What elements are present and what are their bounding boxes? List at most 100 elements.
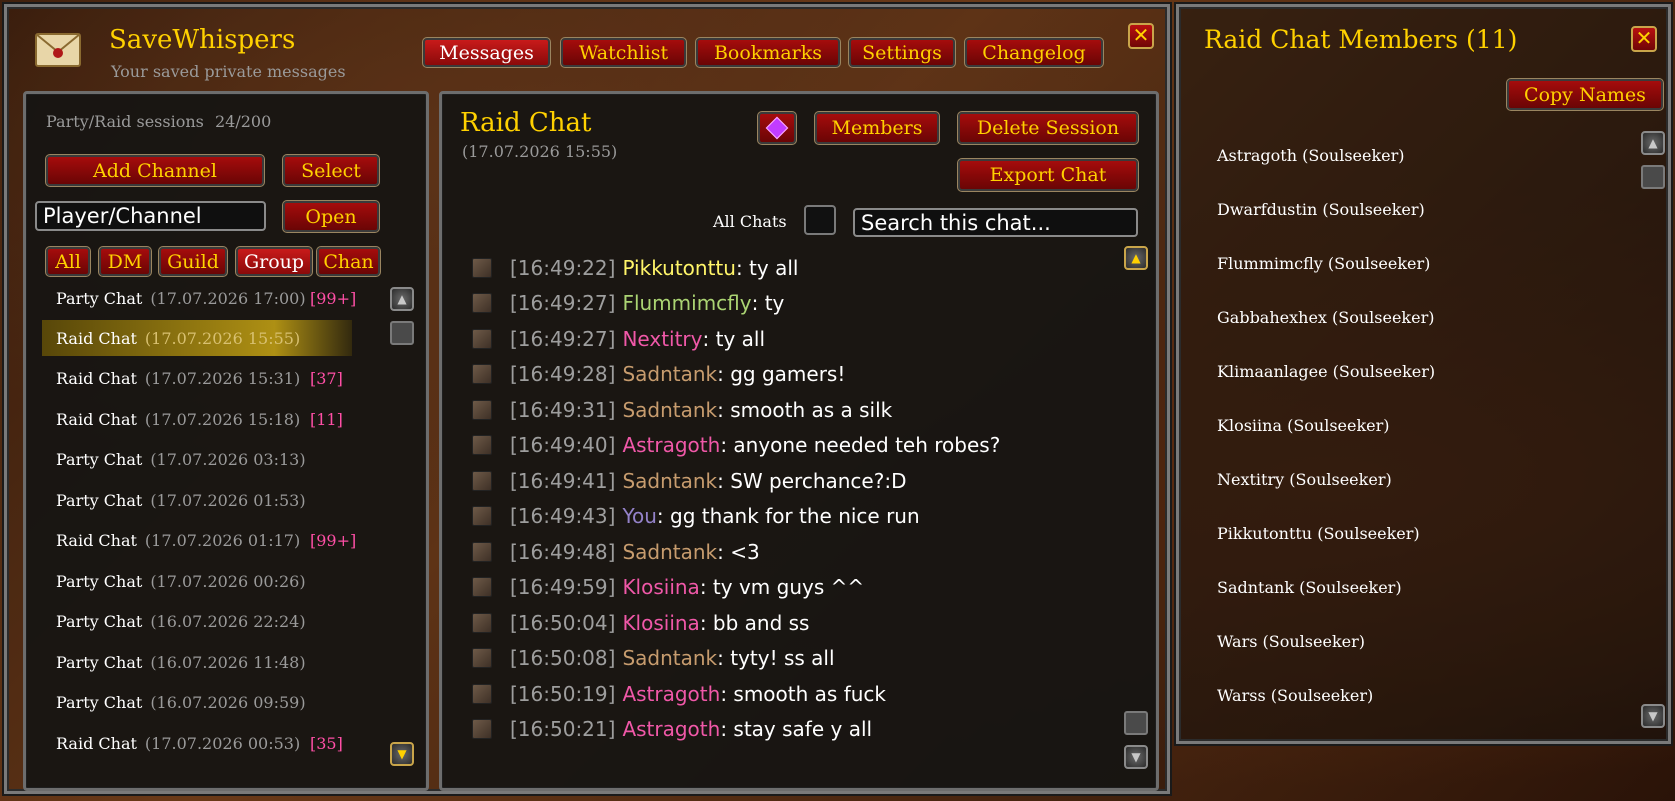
message-time: [16:49:43] — [510, 503, 616, 528]
filter-guild[interactable]: Guild — [158, 246, 228, 277]
session-item-selected[interactable]: Raid Chat (17.07.2026 15:55) — [42, 320, 352, 356]
member-item: Dwarfdustin (Soulseeker) — [1217, 200, 1425, 219]
message-sender[interactable]: Pikkutonttu — [622, 256, 736, 280]
chat-message: [16:49:59] Klosiina : ty vm guys ^^ — [472, 570, 864, 603]
message-sender[interactable]: You — [622, 504, 656, 528]
tab-watchlist[interactable]: Watchlist — [560, 37, 687, 68]
bookmark-icon[interactable] — [472, 541, 492, 562]
session-name: Party Chat — [56, 288, 143, 308]
session-item[interactable]: Raid Chat (17.07.2026 15:18) [11] — [42, 401, 352, 437]
open-button[interactable]: Open — [282, 200, 380, 233]
tab-bookmarks[interactable]: Bookmarks — [695, 37, 841, 68]
sessions-scroll-thumb[interactable] — [390, 321, 414, 345]
session-item[interactable]: Party Chat (16.07.2026 22:24) — [42, 603, 352, 639]
bookmark-icon[interactable] — [472, 363, 492, 384]
sessions-scroll-top-button[interactable]: ▲ — [390, 287, 414, 311]
sessions-scroll-bottom-button[interactable]: ▼ — [390, 742, 414, 766]
bookmark-icon[interactable] — [472, 576, 492, 597]
all-chats-label: All Chats — [713, 212, 787, 231]
filter-all[interactable]: All — [45, 246, 91, 277]
bookmark-icon[interactable] — [472, 470, 492, 491]
session-name: Raid Chat — [56, 328, 137, 348]
member-item: Klosiina (Soulseeker) — [1217, 416, 1390, 435]
bookmark-icon[interactable] — [472, 434, 492, 455]
member-item: Klimaanlagee (Soulseeker) — [1217, 362, 1436, 381]
message-sender[interactable]: Nextitry — [622, 327, 702, 351]
player-channel-input[interactable]: Player/Channel — [35, 201, 266, 231]
all-chats-checkbox[interactable] — [804, 205, 836, 235]
message-sender[interactable]: Sadntank — [622, 540, 717, 564]
session-item[interactable]: Raid Chat (17.07.2026 01:17) [99+] — [42, 522, 356, 558]
message-time: [16:50:08] — [510, 645, 616, 670]
message-sender[interactable]: Sadntank — [622, 398, 717, 422]
gem-button[interactable] — [757, 111, 797, 145]
members-scroll-bottom-button[interactable]: ▼ — [1641, 704, 1665, 728]
bookmark-icon[interactable] — [472, 647, 492, 668]
session-item[interactable]: Raid Chat (17.07.2026 00:53) [35] — [42, 725, 352, 761]
bookmark-icon[interactable] — [472, 505, 492, 526]
session-name: Party Chat — [56, 692, 143, 712]
bookmark-icon[interactable] — [472, 399, 492, 420]
session-date: (17.07.2026 15:55) — [144, 328, 301, 348]
message-text: : ty — [751, 290, 785, 315]
session-item[interactable]: Party Chat (17.07.2026 17:00) [99+] — [42, 280, 356, 316]
session-item[interactable]: Party Chat (16.07.2026 09:59) — [42, 684, 352, 720]
session-name: Party Chat — [56, 449, 143, 469]
chat-scroll-bottom-button[interactable]: ▼ — [1124, 745, 1148, 769]
close-main-button[interactable]: ✕ — [1128, 23, 1154, 49]
members-scroll-top-button[interactable]: ▲ — [1641, 131, 1665, 155]
filter-chan[interactable]: Chan — [316, 246, 381, 277]
filter-dm[interactable]: DM — [98, 246, 152, 277]
session-item[interactable]: Party Chat (17.07.2026 01:53) — [42, 482, 352, 518]
message-sender[interactable]: Klosiina — [622, 575, 699, 599]
tab-messages[interactable]: Messages — [422, 37, 551, 68]
bookmark-icon[interactable] — [472, 683, 492, 704]
message-time: [16:49:41] — [510, 468, 616, 493]
session-item[interactable]: Raid Chat (17.07.2026 15:31) [37] — [42, 360, 352, 396]
session-date: (17.07.2026 01:17) — [144, 530, 301, 550]
session-name: Party Chat — [56, 490, 143, 510]
add-channel-button[interactable]: Add Channel — [45, 154, 265, 187]
session-item[interactable]: Party Chat (16.07.2026 11:48) — [42, 644, 352, 680]
chat-scroll-thumb[interactable] — [1124, 711, 1148, 735]
message-sender[interactable]: Klosiina — [622, 611, 699, 635]
members-scroll-thumb[interactable] — [1641, 165, 1665, 189]
chat-scroll-top-button[interactable]: ▲ — [1124, 246, 1148, 270]
bookmark-icon[interactable] — [472, 257, 492, 278]
bookmark-icon[interactable] — [472, 612, 492, 633]
message-text: : gg gamers! — [717, 361, 846, 386]
session-item[interactable]: Party Chat (17.07.2026 03:13) — [42, 441, 352, 477]
bookmark-icon[interactable] — [472, 718, 492, 739]
message-time: [16:49:28] — [510, 361, 616, 386]
export-chat-button[interactable]: Export Chat — [957, 158, 1139, 192]
message-text: : gg thank for the nice run — [656, 503, 920, 528]
message-time: [16:50:21] — [510, 716, 616, 741]
copy-names-button[interactable]: Copy Names — [1506, 78, 1664, 111]
message-sender[interactable]: Astragoth — [622, 717, 720, 741]
message-sender[interactable]: Sadntank — [622, 469, 717, 493]
message-sender[interactable]: Flummimcfly — [622, 291, 751, 315]
session-date: (16.07.2026 22:24) — [150, 611, 306, 631]
message-sender[interactable]: Astragoth — [622, 433, 720, 457]
members-window: Raid Chat Members (11) ✕ Copy Names Astr… — [1176, 4, 1671, 744]
close-icon: ✕ — [1132, 23, 1150, 47]
message-sender[interactable]: Sadntank — [622, 362, 717, 386]
member-item: Wars (Soulseeker) — [1217, 632, 1365, 651]
filter-group[interactable]: Group — [235, 246, 313, 277]
select-button[interactable]: Select — [282, 154, 380, 187]
message-sender[interactable]: Sadntank — [622, 646, 717, 670]
close-members-button[interactable]: ✕ — [1631, 26, 1657, 52]
chat-message: [16:50:21] Astragoth : stay safe y all — [472, 712, 872, 745]
member-item: Warss (Soulseeker) — [1217, 686, 1374, 705]
bookmark-icon[interactable] — [472, 328, 492, 349]
members-button[interactable]: Members — [814, 111, 940, 145]
message-text: : tyty! ss all — [717, 645, 835, 670]
session-item[interactable]: Party Chat (17.07.2026 00:26) — [42, 563, 352, 599]
tab-settings[interactable]: Settings — [848, 37, 956, 68]
message-sender[interactable]: Astragoth — [622, 682, 720, 706]
delete-session-button[interactable]: Delete Session — [957, 111, 1139, 145]
member-item: Sadntank (Soulseeker) — [1217, 578, 1402, 597]
search-chat-input[interactable]: Search this chat... — [853, 208, 1138, 237]
tab-changelog[interactable]: Changelog — [964, 37, 1104, 68]
bookmark-icon[interactable] — [472, 292, 492, 313]
